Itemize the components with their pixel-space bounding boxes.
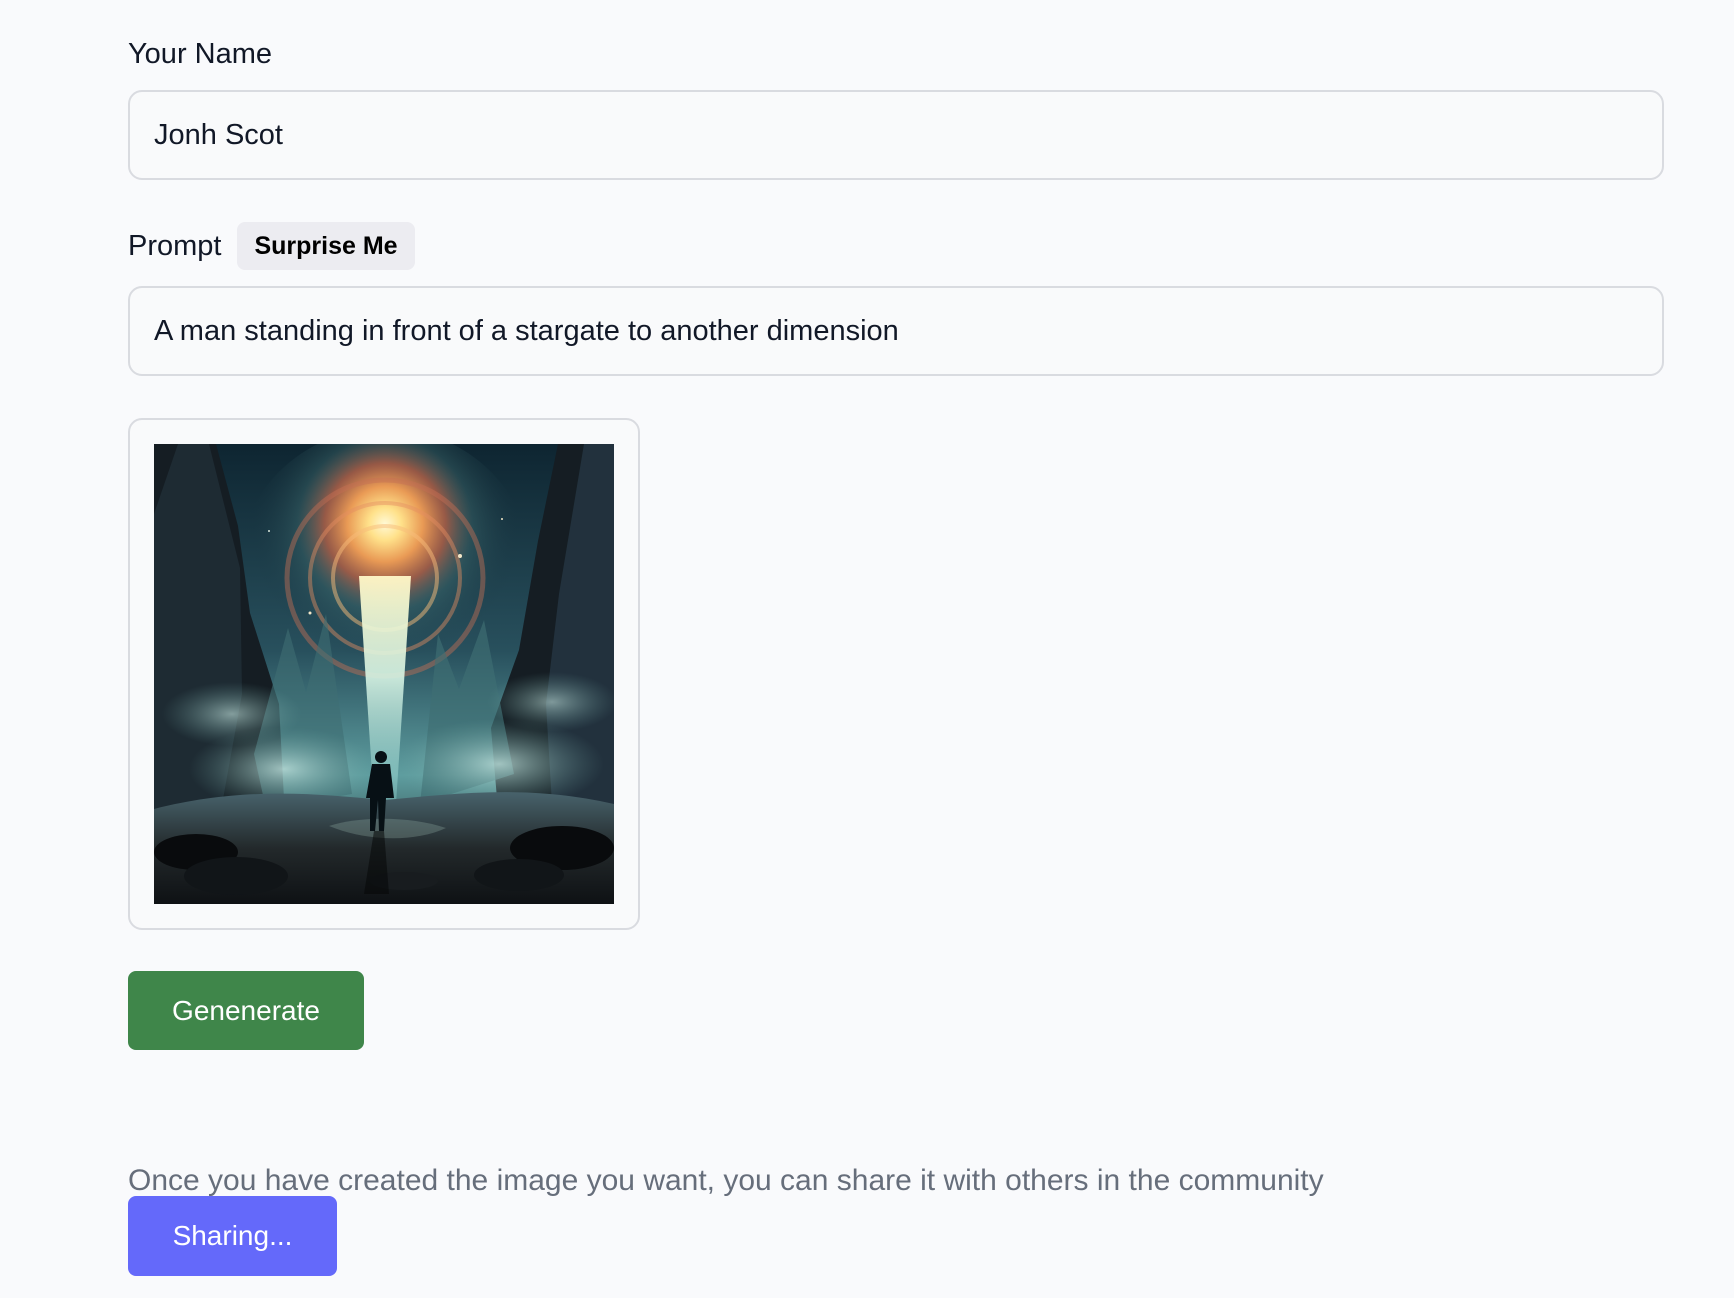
share-with-community-button[interactable]: Sharing... [128, 1196, 337, 1276]
prompt-label-row: Prompt Surprise Me [128, 222, 415, 270]
prompt-label: Prompt [128, 229, 222, 262]
generated-image-frame [128, 418, 640, 930]
prompt-input[interactable] [128, 286, 1664, 376]
stargate-man-image [154, 444, 614, 904]
your-name-input[interactable] [128, 90, 1664, 180]
your-name-label: Your Name [128, 38, 273, 70]
surprise-me-button[interactable]: Surprise Me [237, 222, 415, 270]
share-instruction-text: Once you have created the image you want… [128, 1164, 1324, 1197]
generate-button[interactable]: Genenerate [128, 971, 364, 1050]
